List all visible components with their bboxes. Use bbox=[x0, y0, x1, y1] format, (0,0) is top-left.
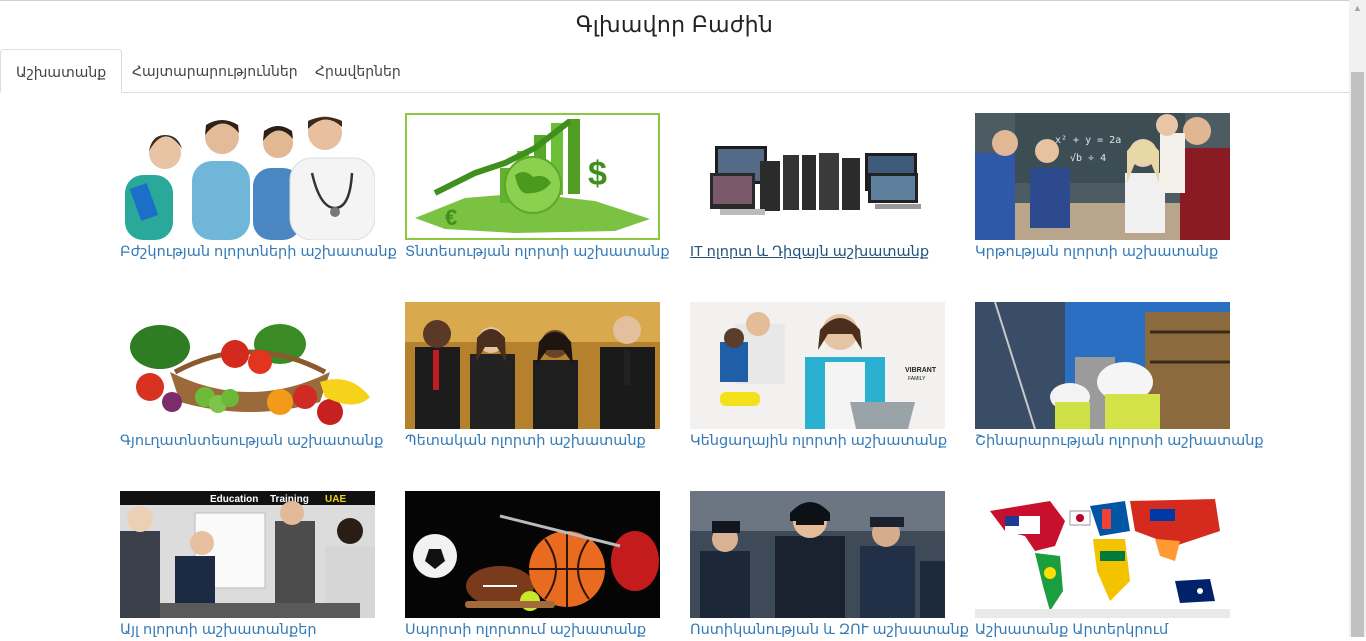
top-border bbox=[0, 0, 1349, 1]
overlay-uae: UAE bbox=[325, 494, 346, 505]
watermark-brand: VIBRANT bbox=[905, 367, 937, 374]
category-link[interactable]: Գյուղատնտեսության աշխատանք bbox=[120, 432, 400, 450]
category-tile-government[interactable]: Պետական ոլորտի աշխատանք bbox=[405, 302, 662, 452]
svg-text:$: $ bbox=[588, 155, 607, 193]
business-people-image bbox=[405, 302, 660, 429]
category-tile-abroad[interactable]: Աշխատանք Արտերկրում bbox=[975, 491, 1232, 641]
category-link[interactable]: Պետական ոլորտի աշխատանք bbox=[405, 432, 685, 450]
category-tile-police[interactable]: Ոստիկանության և ԶՈՒ աշխատանք bbox=[690, 491, 969, 641]
economy-globe-image: $ € bbox=[405, 113, 660, 240]
vegetables-basket-image bbox=[120, 302, 375, 429]
scroll-up-arrow-icon[interactable]: ▲ bbox=[1349, 0, 1366, 17]
category-link[interactable]: Կրթության ոլորտի աշխատանք bbox=[975, 243, 1255, 261]
watermark-sub: FAMILY bbox=[908, 376, 926, 382]
svg-text:x² + y = 2a: x² + y = 2a bbox=[1055, 135, 1121, 146]
tab-invitations[interactable]: Հրավերներ bbox=[300, 49, 416, 92]
category-tile-sports[interactable]: Սպորտի ոլորտում աշխատանք bbox=[405, 491, 662, 641]
overlay-education: Education bbox=[210, 494, 258, 505]
category-link[interactable]: Ոստիկանության և ԶՈՒ աշխատանք bbox=[690, 621, 970, 639]
computers-image bbox=[690, 113, 945, 240]
training-meeting-image: Education Training UAE bbox=[120, 491, 375, 618]
scrollbar-thumb[interactable] bbox=[1351, 72, 1364, 637]
category-tile-medicine[interactable]: Բժշկության ոլորտների աշխատանք bbox=[120, 113, 397, 263]
svg-text:€: € bbox=[445, 205, 457, 230]
tab-jobs[interactable]: Աշխատանք bbox=[0, 49, 123, 93]
construction-workers-image bbox=[975, 302, 1230, 429]
category-tile-construction[interactable]: Շինարարության ոլորտի աշխատանք bbox=[975, 302, 1264, 452]
category-link[interactable]: Շինարարության ոլորտի աշխատանք bbox=[975, 432, 1264, 450]
page-title: Գլխավոր Բաժին bbox=[575, 12, 774, 37]
category-tile-agriculture[interactable]: Գյուղատնտեսության աշխատանք bbox=[120, 302, 383, 452]
category-tile-other[interactable]: Education Training UAE Այլ ոլորտի աշխատա… bbox=[120, 491, 377, 641]
category-tile-it-design[interactable]: IT ոլորտ և Դիզայն աշխատանք bbox=[690, 113, 947, 263]
category-link[interactable]: Աշխատանք Արտերկրում bbox=[975, 621, 1255, 639]
vertical-scrollbar[interactable]: ▲ bbox=[1349, 0, 1366, 637]
sports-balls-image bbox=[405, 491, 660, 618]
category-tile-household[interactable]: VIBRANT FAMILY Կենցաղային ոլորտի աշխատան… bbox=[690, 302, 947, 452]
police-officers-image bbox=[690, 491, 945, 618]
category-link[interactable]: Տնտեսության ոլորտի աշխատանք bbox=[405, 243, 685, 261]
world-flags-map-image bbox=[975, 491, 1230, 618]
category-link[interactable]: Սպորտի ոլորտում աշխատանք bbox=[405, 621, 685, 639]
category-link[interactable]: Այլ ոլորտի աշխատանքեր bbox=[120, 621, 400, 639]
medical-staff-image bbox=[120, 113, 375, 240]
category-link[interactable]: IT ոլորտ և Դիզայն աշխատանք bbox=[690, 243, 970, 261]
tab-announcements[interactable]: Հայտարարություններ bbox=[117, 49, 313, 92]
svg-text:√b ÷ 4: √b ÷ 4 bbox=[1070, 152, 1106, 164]
cleaning-woman-image: VIBRANT FAMILY bbox=[690, 302, 945, 429]
category-link[interactable]: Կենցաղային ոլորտի աշխատանք bbox=[690, 432, 970, 450]
classroom-image: x² + y = 2a √b ÷ 4 bbox=[975, 113, 1230, 240]
category-tile-economy[interactable]: $ € Տնտեսության ոլորտի աշխատանք bbox=[405, 113, 670, 263]
category-tile-education[interactable]: x² + y = 2a √b ÷ 4 Կրթության ոլորտի աշխա… bbox=[975, 113, 1232, 263]
category-link[interactable]: Բժշկության ոլորտների աշխատանք bbox=[120, 243, 400, 261]
tab-bar: Աշխատանք Հայտարարություններ Հրավերներ bbox=[0, 49, 1349, 93]
